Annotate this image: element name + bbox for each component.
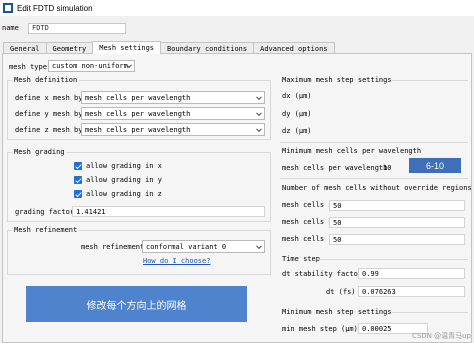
define-y-label: define y mesh by xyxy=(15,110,83,118)
dt-label: dt (fs) xyxy=(326,287,356,296)
watermark: CSDN @温青马up xyxy=(411,332,471,340)
min-step-divider xyxy=(392,312,468,313)
dt-field: 0.076263 xyxy=(358,286,465,297)
how-do-i-choose-link[interactable]: How do I choose? xyxy=(143,257,210,265)
dt-stability-factor-field[interactable]: 0.99 xyxy=(358,268,465,279)
mesh-grading-title: Mesh grading xyxy=(12,148,67,156)
time-step-title: Time step xyxy=(282,255,320,263)
dz-label: dz (μm) xyxy=(282,127,312,135)
grading-y-label: allow grading in y xyxy=(86,176,162,184)
annotation-badge: 6-10 xyxy=(409,158,461,173)
grading-factor-label: grading factor xyxy=(15,207,75,216)
grading-z-checkbox[interactable] xyxy=(74,190,82,198)
mesh-refinement-select[interactable]: conformal variant 0 xyxy=(142,240,265,253)
dx-label: dx (μm) xyxy=(282,92,312,100)
name-label: name xyxy=(2,24,19,32)
mesh-cells-title: Number of mesh cells without override re… xyxy=(282,184,472,192)
tab-mesh-settings[interactable]: Mesh settings xyxy=(92,41,162,54)
dy-label: dy (μm) xyxy=(282,110,312,118)
define-z-value: mesh cells per wavelength xyxy=(85,125,191,134)
name-row: name FDTD xyxy=(0,22,126,34)
chevron-down-icon xyxy=(256,242,262,249)
grading-x-checkbox[interactable] xyxy=(74,162,82,170)
max-step-divider xyxy=(392,80,468,81)
chevron-down-icon xyxy=(256,125,262,132)
grading-x-label: allow grading in x xyxy=(86,162,162,170)
define-x-label: define x mesh by xyxy=(15,94,83,102)
mesh-refinement-value: conformal variant 0 xyxy=(146,242,227,251)
grading-y-checkbox[interactable] xyxy=(74,176,82,184)
mesh-cells-z-label: mesh cells z xyxy=(282,235,333,243)
annotation-box: 修改每个方向上的网格 xyxy=(26,286,247,322)
mesh-cells-x-field: 50 xyxy=(329,200,465,211)
window-title: Edit FDTD simulation xyxy=(17,3,93,13)
grading-z-label: allow grading in z xyxy=(86,190,162,198)
mesh-cells-y-field: 50 xyxy=(329,217,465,228)
mesh-refinement-title: Mesh refinement xyxy=(12,226,80,234)
define-z-label: define z mesh by xyxy=(15,126,83,134)
grading-factor-field[interactable]: 1.41421 xyxy=(72,206,265,217)
mesh-cells-y-label: mesh cells y xyxy=(282,218,333,226)
time-step-divider xyxy=(318,259,468,260)
section-divider xyxy=(280,178,468,179)
mesh-definition-title: Mesh definition xyxy=(12,76,80,84)
min-cells-title: Minimum mesh cells per wavelength xyxy=(282,147,422,155)
mesh-type-select[interactable]: custom non-uniform xyxy=(48,60,135,72)
name-field[interactable]: FDTD xyxy=(28,22,126,34)
define-x-value: mesh cells per wavelength xyxy=(85,93,191,102)
mesh-type-value: custom non-uniform xyxy=(52,62,128,70)
dt-stability-factor-label: dt stability factor xyxy=(282,269,363,278)
chevron-down-icon xyxy=(256,109,262,116)
chevron-down-icon xyxy=(256,93,262,100)
min-mesh-step-label: min mesh step (μm) xyxy=(282,324,358,333)
mesh-type-label: mesh type xyxy=(9,62,47,71)
define-x-select[interactable]: mesh cells per wavelength xyxy=(81,91,265,104)
mesh-cells-z-field: 50 xyxy=(329,234,465,245)
mesh-refinement-label: mesh refinement xyxy=(81,243,145,251)
section-divider xyxy=(280,142,468,143)
window-titlebar: Edit FDTD simulation xyxy=(0,0,474,16)
define-y-value: mesh cells per wavelength xyxy=(85,109,191,118)
mesh-cells-per-wavelength-label: mesh cells per wavelength xyxy=(282,163,388,172)
max-step-title: Maximum mesh step settings xyxy=(282,76,392,84)
define-z-select[interactable]: mesh cells per wavelength xyxy=(81,123,265,136)
app-icon xyxy=(3,3,13,13)
mesh-cells-x-label: mesh cells x xyxy=(282,201,333,209)
define-y-select[interactable]: mesh cells per wavelength xyxy=(81,107,265,120)
min-step-title: Minimum mesh step settings xyxy=(282,308,392,316)
